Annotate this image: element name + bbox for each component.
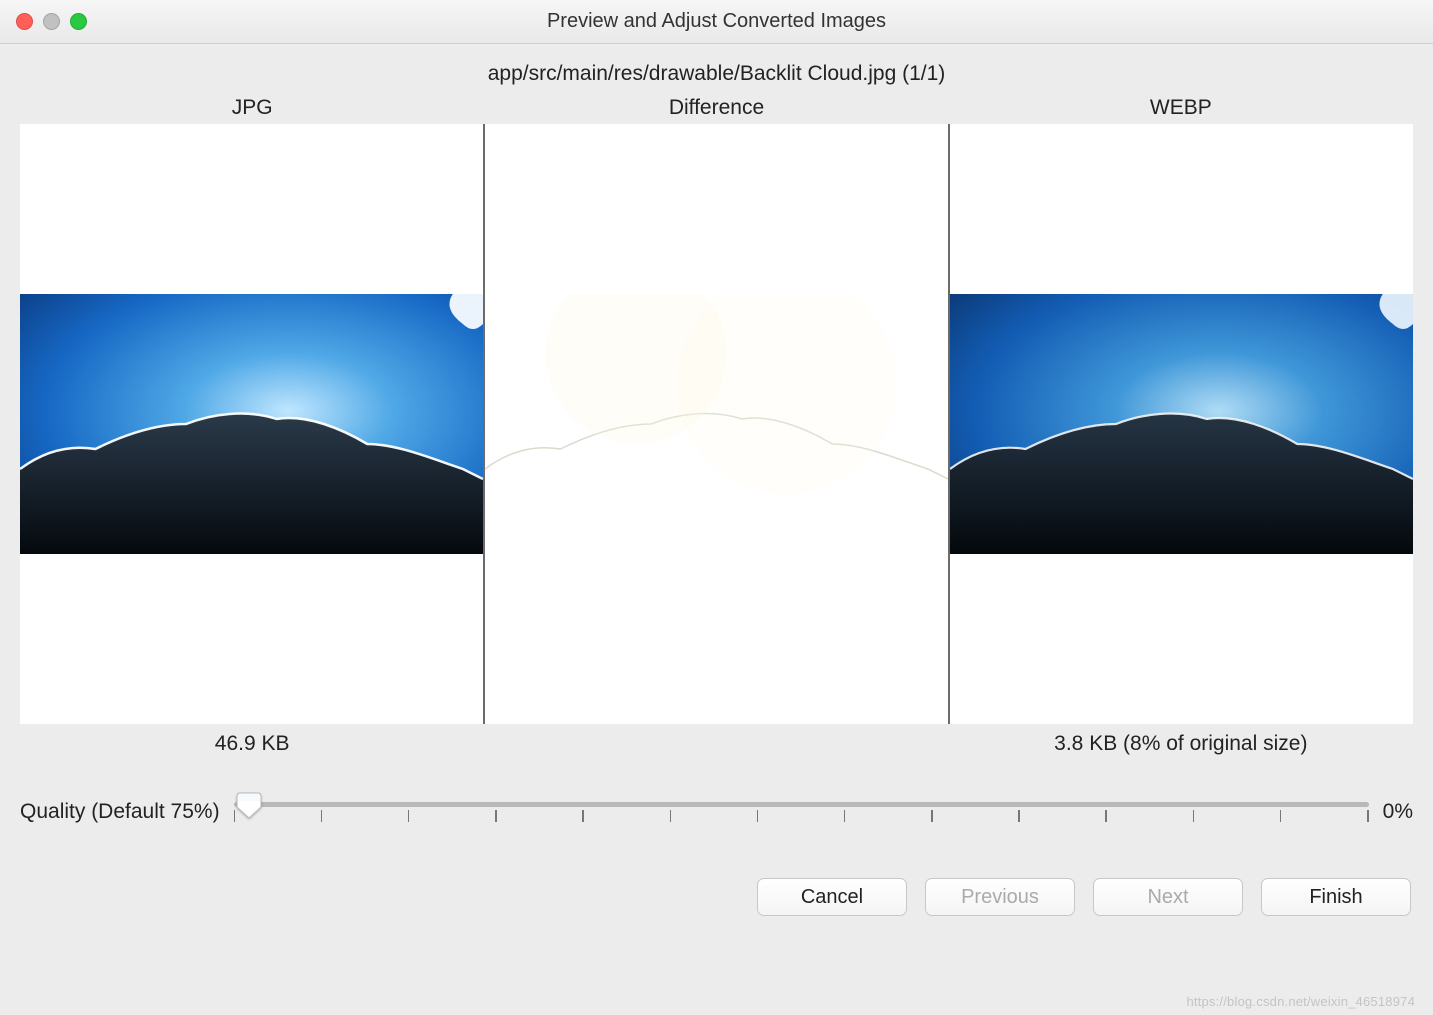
finish-button[interactable]: Finish [1261,878,1411,916]
quality-value-label: 0% [1383,800,1413,824]
slider-track [234,802,1369,807]
column-header-webp: WEBP [949,96,1413,120]
column-headers: JPG Difference WEBP [20,96,1413,120]
titlebar: Preview and Adjust Converted Images [0,0,1433,44]
column-header-jpg: JPG [20,96,484,120]
preview-difference [483,124,948,724]
close-icon[interactable] [16,13,33,30]
size-row: 46.9 KB 3.8 KB (8% of original size) [20,732,1413,756]
next-button[interactable]: Next [1093,878,1243,916]
button-row: Cancel Previous Next Finish [20,878,1413,916]
difference-image [485,294,948,554]
webp-image [950,294,1413,554]
cancel-button[interactable]: Cancel [757,878,907,916]
slider-ticks [234,810,1369,824]
quality-slider[interactable] [234,792,1369,832]
webp-size-label: 3.8 KB (8% of original size) [949,732,1413,756]
window-title: Preview and Adjust Converted Images [0,10,1433,33]
traffic-lights [16,13,87,30]
previous-button[interactable]: Previous [925,878,1075,916]
minimize-icon [43,13,60,30]
slider-thumb[interactable] [236,791,262,819]
zoom-icon[interactable] [70,13,87,30]
preview-jpg [20,124,483,724]
content-area: app/src/main/res/drawable/Backlit Cloud.… [0,44,1433,1015]
quality-label: Quality (Default 75%) [20,800,220,824]
watermark-text: https://blog.csdn.net/weixin_46518974 [1186,994,1415,1009]
jpg-image [20,294,483,554]
quality-row: Quality (Default 75%) 0% [20,792,1413,832]
jpg-size-label: 46.9 KB [20,732,484,756]
preview-webp [948,124,1413,724]
preview-row [20,124,1413,724]
file-path-label: app/src/main/res/drawable/Backlit Cloud.… [20,62,1413,86]
column-header-difference: Difference [484,96,948,120]
difference-size-label [484,732,948,756]
